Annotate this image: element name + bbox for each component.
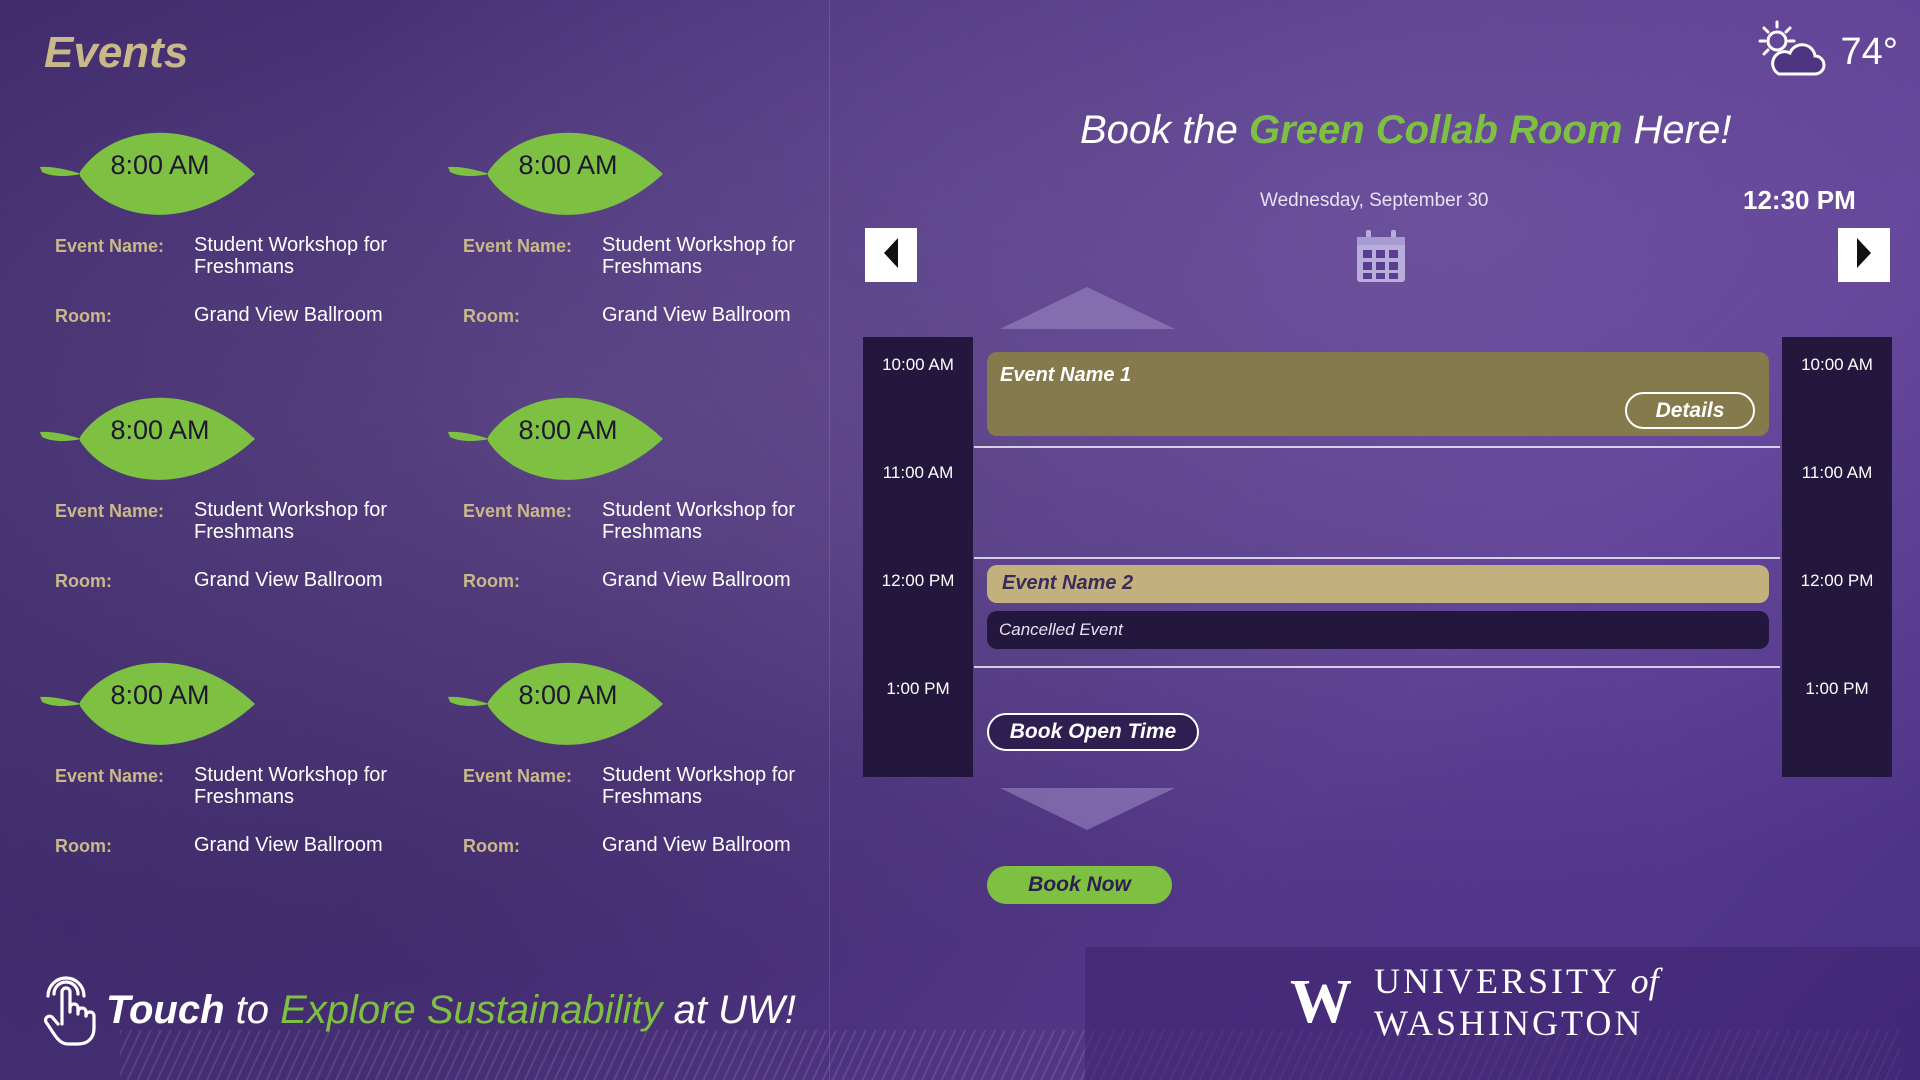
uw-logo: W UNIVERSITY of WASHINGTON <box>1290 960 1920 1044</box>
calendar-icon[interactable] <box>1354 227 1408 290</box>
hour-divider <box>974 557 1780 559</box>
room-value: Grand View Ballroom <box>602 834 791 856</box>
time-label: 11:00 AM <box>1801 463 1873 482</box>
uw-w-mark: W <box>1290 967 1352 1036</box>
room-value: Grand View Ballroom <box>602 569 791 591</box>
booking-heading: Book the Green Collab Room Here! <box>1080 108 1731 153</box>
panel-divider <box>829 0 830 1080</box>
heading-suffix: Here! <box>1622 108 1732 152</box>
caret-left-icon <box>882 236 900 275</box>
room-value: Grand View Ballroom <box>602 304 791 326</box>
event-card[interactable]: 8:00 AM Event Name: Student Workshop for F… <box>448 387 828 607</box>
event-card[interactable]: 8:00 AM Event Name: Student Workshop for F… <box>40 652 420 872</box>
room-label: Room: <box>463 306 520 326</box>
touch-hand-icon <box>40 968 96 1053</box>
to-word: to <box>224 988 281 1032</box>
uw-word-of: of <box>1630 961 1659 1001</box>
event-time: 8:00 AM <box>518 150 618 180</box>
room-value: Grand View Ballroom <box>194 304 383 326</box>
time-column-right: 10:00 AM 11:00 AM 12:00 PM 1:00 PM <box>1782 337 1892 777</box>
leaf-time-badge: 8:00 AM <box>40 652 260 757</box>
time-label: 10:00 AM <box>1801 355 1873 374</box>
leaf-time-badge: 8:00 AM <box>40 122 260 227</box>
event-name-value: Student Workshop for Freshmans <box>602 499 796 543</box>
room-label: Room: <box>55 836 112 856</box>
uw-word-university: UNIVERSITY <box>1374 961 1631 1001</box>
event-time: 8:00 AM <box>110 150 210 180</box>
hour-divider <box>974 446 1780 448</box>
events-title: Events <box>44 28 189 77</box>
time-label: 10:00 AM <box>882 355 954 374</box>
booking-event-1[interactable]: Event Name 1 Details <box>987 352 1769 436</box>
booking-name: Event Name 2 <box>1002 572 1134 594</box>
prev-day-button[interactable] <box>865 228 917 282</box>
room-label: Room: <box>463 836 520 856</box>
time-label: 12:00 PM <box>1800 571 1874 590</box>
event-name-value: Student Workshop for Freshmans <box>194 499 388 543</box>
uw-wordmark: UNIVERSITY of WASHINGTON <box>1374 960 1920 1044</box>
event-name-label: Event Name: <box>463 766 573 786</box>
event-name-label: Event Name: <box>55 501 165 521</box>
at-uw-text: at UW! <box>662 988 796 1032</box>
event-card[interactable]: 8:00 AM Event Name: Student Workshop for F… <box>40 387 420 607</box>
event-name-label: Event Name: <box>55 766 165 786</box>
room-label: Room: <box>55 306 112 326</box>
room-label: Room: <box>55 571 112 591</box>
event-card[interactable]: 8:00 AM Event Name: Student Workshop for F… <box>448 122 828 342</box>
time-label: 1:00 PM <box>886 679 950 698</box>
book-open-time-button[interactable]: Book Open Time <box>987 713 1199 751</box>
leaf-time-badge: 8:00 AM <box>40 387 260 492</box>
room-value: Grand View Ballroom <box>194 834 383 856</box>
leaf-time-badge: 8:00 AM <box>448 387 668 492</box>
event-name-label: Event Name: <box>55 236 165 256</box>
booking-name: Event Name 1 <box>1000 364 1132 386</box>
event-name-value: Student Workshop for Freshmans <box>602 764 796 808</box>
event-time: 8:00 AM <box>110 680 210 710</box>
time-label: 12:00 PM <box>881 571 955 590</box>
event-name-value: Student Workshop for Freshmans <box>602 234 796 278</box>
weather-widget: 74° <box>1753 20 1898 84</box>
event-time: 8:00 AM <box>518 415 618 445</box>
hour-divider <box>974 666 1780 668</box>
event-name-value: Student Workshop for Freshmans <box>194 764 388 808</box>
room-value: Grand View Ballroom <box>194 569 383 591</box>
leaf-time-badge: 8:00 AM <box>448 122 668 227</box>
event-card[interactable]: 8:00 AM Event Name: Student Workshop for F… <box>448 652 828 872</box>
scroll-down-icon[interactable] <box>1000 788 1175 835</box>
booking-event-2[interactable]: Event Name 2 <box>987 565 1769 603</box>
room-label: Room: <box>463 571 520 591</box>
caret-right-icon <box>1855 236 1873 275</box>
event-name-label: Event Name: <box>463 501 573 521</box>
book-now-button[interactable]: Book Now <box>987 866 1172 904</box>
partly-cloudy-icon <box>1753 19 1827 86</box>
heading-room-name: Green Collab Room <box>1249 108 1623 152</box>
time-column-left: 10:00 AM 11:00 AM 12:00 PM 1:00 PM <box>863 337 973 777</box>
current-date: Wednesday, September 30 <box>1260 190 1489 211</box>
cancelled-status: Cancelled Event <box>987 611 1769 649</box>
next-day-button[interactable] <box>1838 228 1890 282</box>
touch-word: Touch <box>106 988 225 1032</box>
current-time: 12:30 PM <box>1743 185 1856 215</box>
event-time: 8:00 AM <box>110 415 210 445</box>
time-label: 11:00 AM <box>882 463 954 482</box>
event-name-value: Student Workshop for Freshmans <box>194 234 388 278</box>
event-time: 8:00 AM <box>518 680 618 710</box>
scroll-up-icon[interactable] <box>1000 287 1175 334</box>
heading-prefix: Book the <box>1080 108 1250 152</box>
event-name-label: Event Name: <box>463 236 573 256</box>
temperature: 74° <box>1840 30 1898 73</box>
time-label: 1:00 PM <box>1805 679 1869 698</box>
details-button[interactable]: Details <box>1625 392 1755 429</box>
uw-word-washington: WASHINGTON <box>1374 1003 1644 1043</box>
leaf-time-badge: 8:00 AM <box>448 652 668 757</box>
touch-explore-text: Touch to Explore Sustainability at UW! <box>106 988 796 1033</box>
event-card[interactable]: 8:00 AM Event Name: Student Workshop for F… <box>40 122 420 342</box>
cancelled-label: Cancelled Event <box>999 620 1123 639</box>
explore-sustainability-text: Explore Sustainability <box>280 988 663 1032</box>
